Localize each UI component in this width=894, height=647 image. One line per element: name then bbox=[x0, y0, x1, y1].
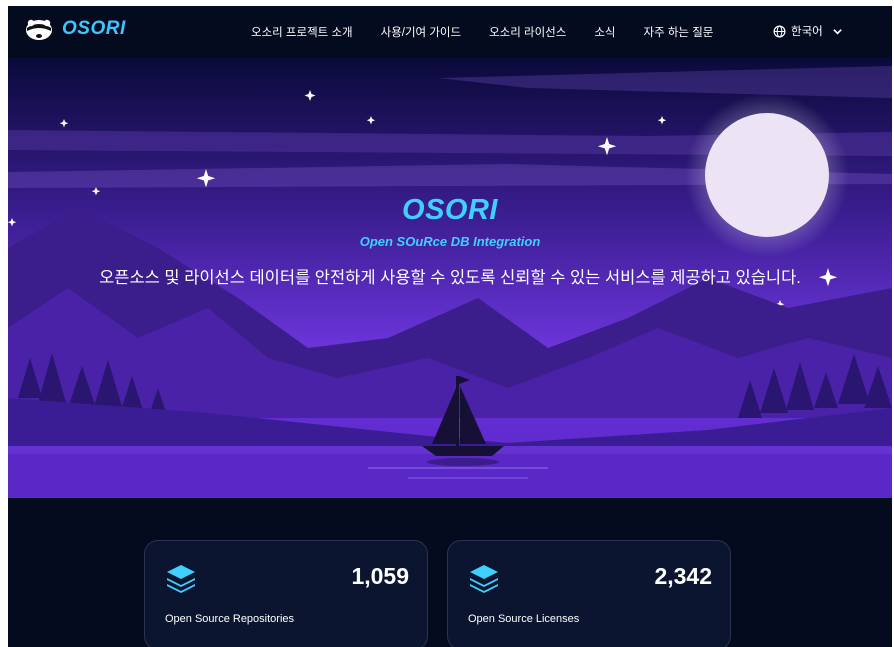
nav-item-faq[interactable]: 자주 하는 질문 bbox=[644, 24, 714, 40]
logo-text: OSORI bbox=[62, 18, 126, 39]
header: OSORI 오소리 프로젝트 소개 사용/기여 가이드 오소리 라이선스 소식 … bbox=[8, 6, 892, 58]
main-nav: 오소리 프로젝트 소개 사용/기여 가이드 오소리 라이선스 소식 자주 하는 … bbox=[251, 24, 713, 40]
stat-label: Open Source Repositories bbox=[165, 613, 295, 625]
nav-item-about[interactable]: 오소리 프로젝트 소개 bbox=[251, 24, 353, 40]
nav-item-license[interactable]: 오소리 라이선스 bbox=[489, 24, 566, 40]
stat-card-repositories[interactable]: 1,059 Open Source Repositories bbox=[144, 540, 428, 647]
language-selector[interactable]: 한국어 bbox=[773, 23, 843, 39]
stat-card-licenses[interactable]: 2,342 Open Source Licenses bbox=[447, 540, 731, 647]
nav-item-news[interactable]: 소식 bbox=[594, 24, 615, 40]
chevron-down-icon bbox=[832, 28, 842, 35]
hero-description: 오픈소스 및 라이선스 데이터를 안전하게 사용할 수 있도록 신뢰할 수 있는… bbox=[99, 269, 801, 287]
hero-banner: OSORI Open SOuRce DB Integration 오픈소스 및 … bbox=[8, 58, 892, 498]
language-label: 한국어 bbox=[791, 26, 823, 38]
hero-title: OSORI bbox=[402, 194, 498, 226]
stat-value: 2,342 bbox=[654, 563, 712, 589]
nav-item-guide[interactable]: 사용/기여 가이드 bbox=[381, 24, 461, 40]
layers-icon bbox=[470, 565, 498, 593]
page: OSORI 오소리 프로젝트 소개 사용/기여 가이드 오소리 라이선스 소식 … bbox=[8, 6, 892, 647]
globe-icon bbox=[773, 25, 786, 37]
hero-subtitle: Open SOuRce DB Integration bbox=[359, 234, 541, 249]
layers-icon bbox=[167, 565, 195, 593]
logo[interactable]: OSORI bbox=[24, 16, 126, 42]
badger-logo-icon bbox=[26, 19, 52, 40]
stat-value: 1,059 bbox=[351, 563, 409, 589]
stat-label: Open Source Licenses bbox=[468, 613, 580, 625]
